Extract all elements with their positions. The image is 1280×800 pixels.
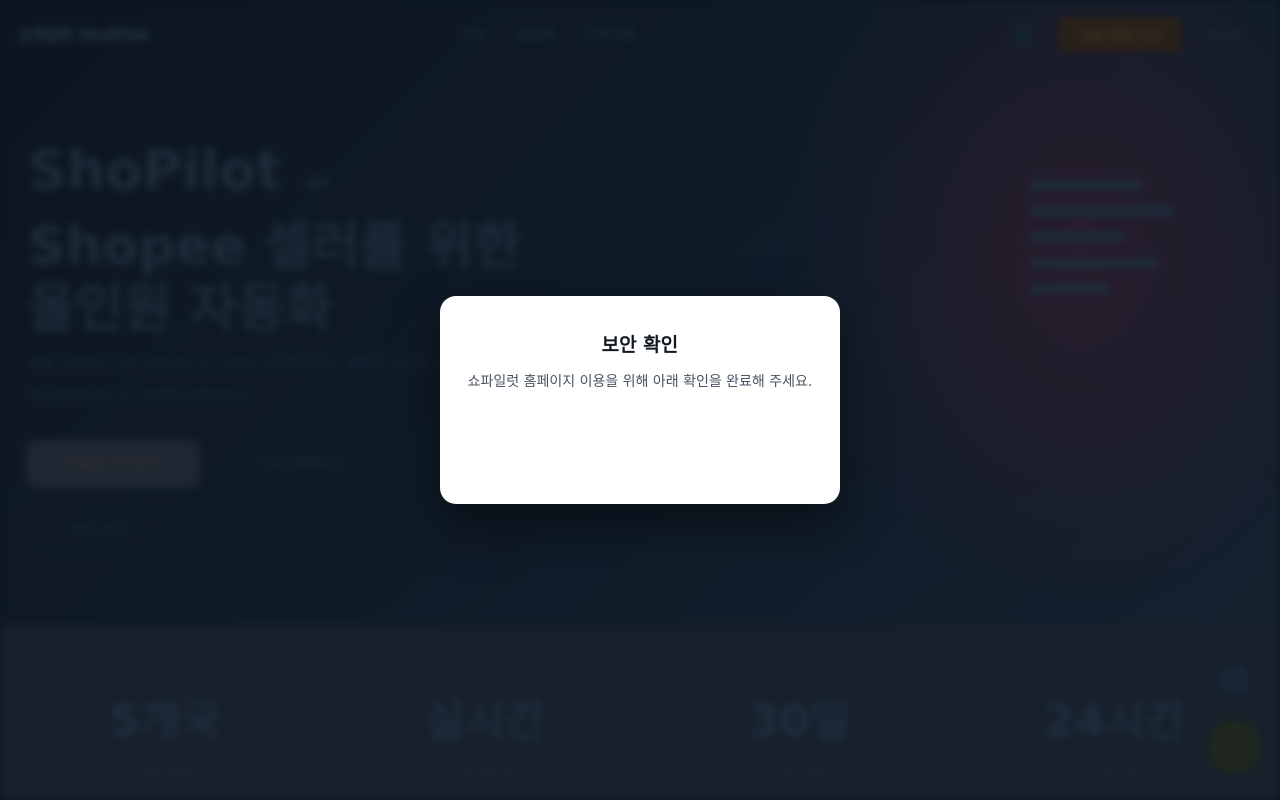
- modal-description: 쇼파일럿 홈페이지 이용을 위해 아래 확인을 완료해 주세요.: [467, 374, 813, 390]
- captcha-widget[interactable]: [490, 411, 790, 477]
- security-check-modal: 보안 확인 쇼파일럿 홈페이지 이용을 위해 아래 확인을 완료해 주세요.: [440, 296, 840, 504]
- modal-title: 보안 확인: [601, 334, 679, 356]
